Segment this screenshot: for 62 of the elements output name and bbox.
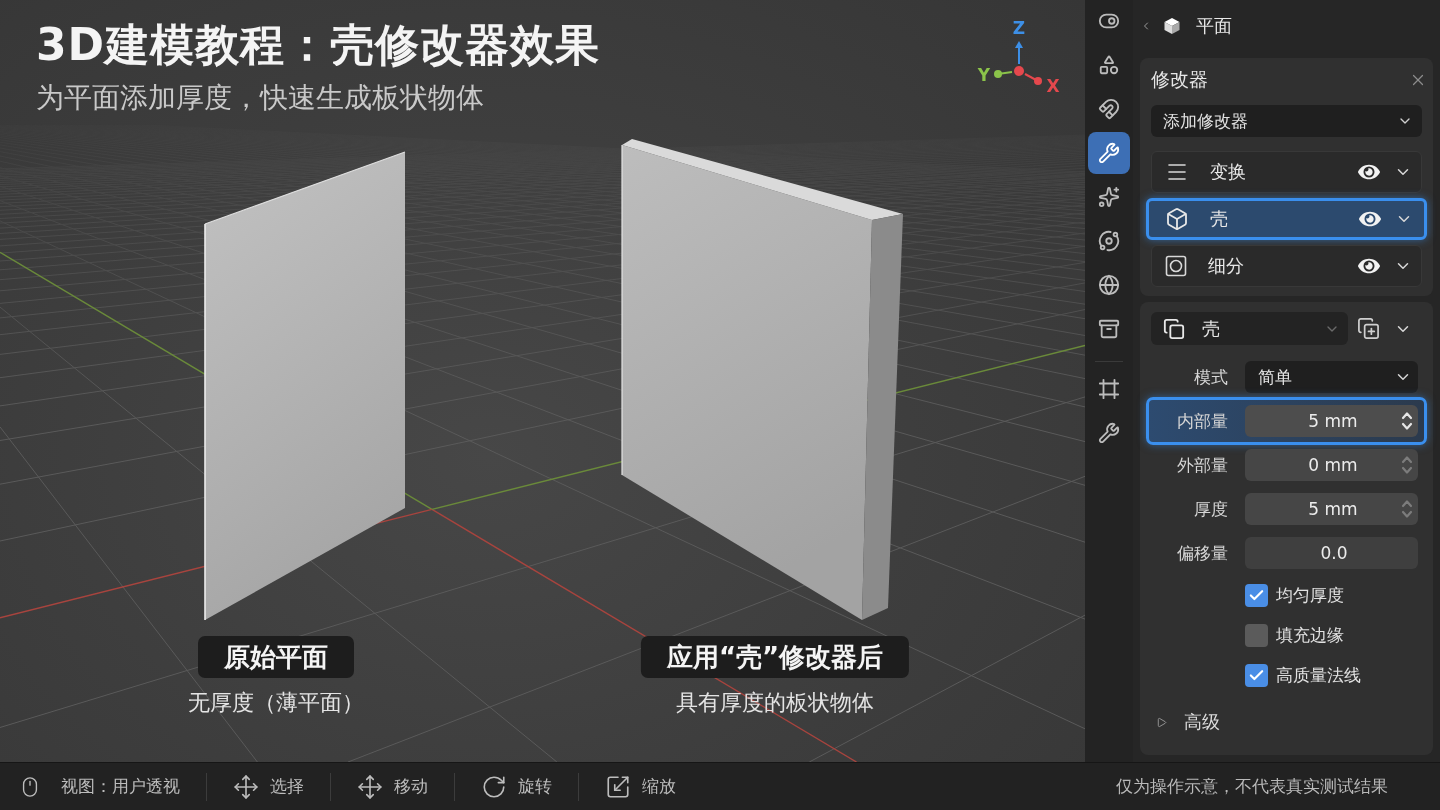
axis-handle-icon[interactable] [994,70,1013,78]
modifier-item[interactable]: 变换 [1151,151,1422,193]
checkbox-label: 高质量法线 [1276,663,1361,687]
dropdown-field[interactable]: 简单 [1245,361,1418,393]
add-modifier-dropdown[interactable]: 添加修改器 [1151,105,1422,137]
archive-icon [1098,318,1120,340]
checkbox[interactable] [1245,663,1268,687]
tutorial-subtitle: 为平面添加厚度，快速生成板状物体 [36,80,484,115]
field-label: 模式 [1194,365,1228,389]
axis-handle-icon[interactable] [1024,73,1042,85]
wrench-icon [1098,142,1120,164]
hint-label: 视图：用户透视 [61,775,180,798]
checkbox-label: 均匀厚度 [1276,583,1344,607]
checkbox[interactable] [1245,583,1268,607]
axis-handle-icon[interactable] [1015,41,1023,65]
copy-icon [1357,317,1380,340]
shapes-icon [1098,54,1120,76]
cube-icon [1165,207,1189,231]
hint-label: 旋转 [518,775,552,798]
checkbox-label: 填充边缘 [1276,623,1344,647]
field-label: 外部量 [1177,453,1228,477]
disclaimer-text: 仅为操作示意，不代表真实测试结果 [1116,775,1389,798]
scale-icon [605,773,631,800]
move-icon [357,773,383,800]
caption-note: 无厚度（薄平面） [188,689,364,717]
caption-title: 原始平面 [198,636,354,678]
move-icon [233,773,259,800]
hint-label: 选择 [270,775,304,798]
number-field[interactable]: 0 mm [1245,449,1418,481]
stacked-squares-icon [1163,317,1185,340]
wrench-icon [1098,422,1120,444]
number-field[interactable]: 5 mm [1245,493,1418,525]
copy-button[interactable] [1357,317,1380,340]
axis-label: X [1046,76,1060,96]
modifier-name-field[interactable]: 壳 [1151,312,1348,345]
number-field[interactable]: 5 mm [1245,405,1418,437]
field-label: 内部量 [1177,409,1228,433]
globe-icon [1098,274,1120,296]
hash-icon [1098,378,1120,400]
axis-label: Y [977,65,991,85]
modifier-item[interactable]: 壳 [1146,198,1427,240]
field-label: 厚度 [1194,497,1228,521]
hint-label: 移动 [394,775,428,798]
properties-tab[interactable] [1088,132,1130,174]
modifier-item[interactable]: 细分 [1151,245,1422,287]
field-label: 偏移量 [1177,541,1228,565]
orbit-icon [1098,230,1120,252]
magnet-icon [1098,98,1120,120]
axis-label: Z [1012,18,1026,38]
number-field[interactable]: 0.0 [1245,537,1418,569]
caption-note: 具有厚度的板状物体 [676,689,874,717]
object-name: 平面 [1196,14,1232,38]
checkbox[interactable] [1245,623,1268,647]
caption-title: 应用“壳”修改器后 [640,636,910,678]
rotate-icon [481,773,507,800]
cube-icon [1163,17,1181,35]
hint-label: 缩放 [642,775,676,798]
advanced-section-toggle[interactable]: 高级 [1151,710,1220,734]
sparkles-icon [1098,186,1120,208]
gizmo-origin-icon [1014,66,1024,76]
tutorial-title: 3D建模教程：壳修改器效果 [36,20,601,71]
card-title: 修改器 [1151,67,1208,92]
